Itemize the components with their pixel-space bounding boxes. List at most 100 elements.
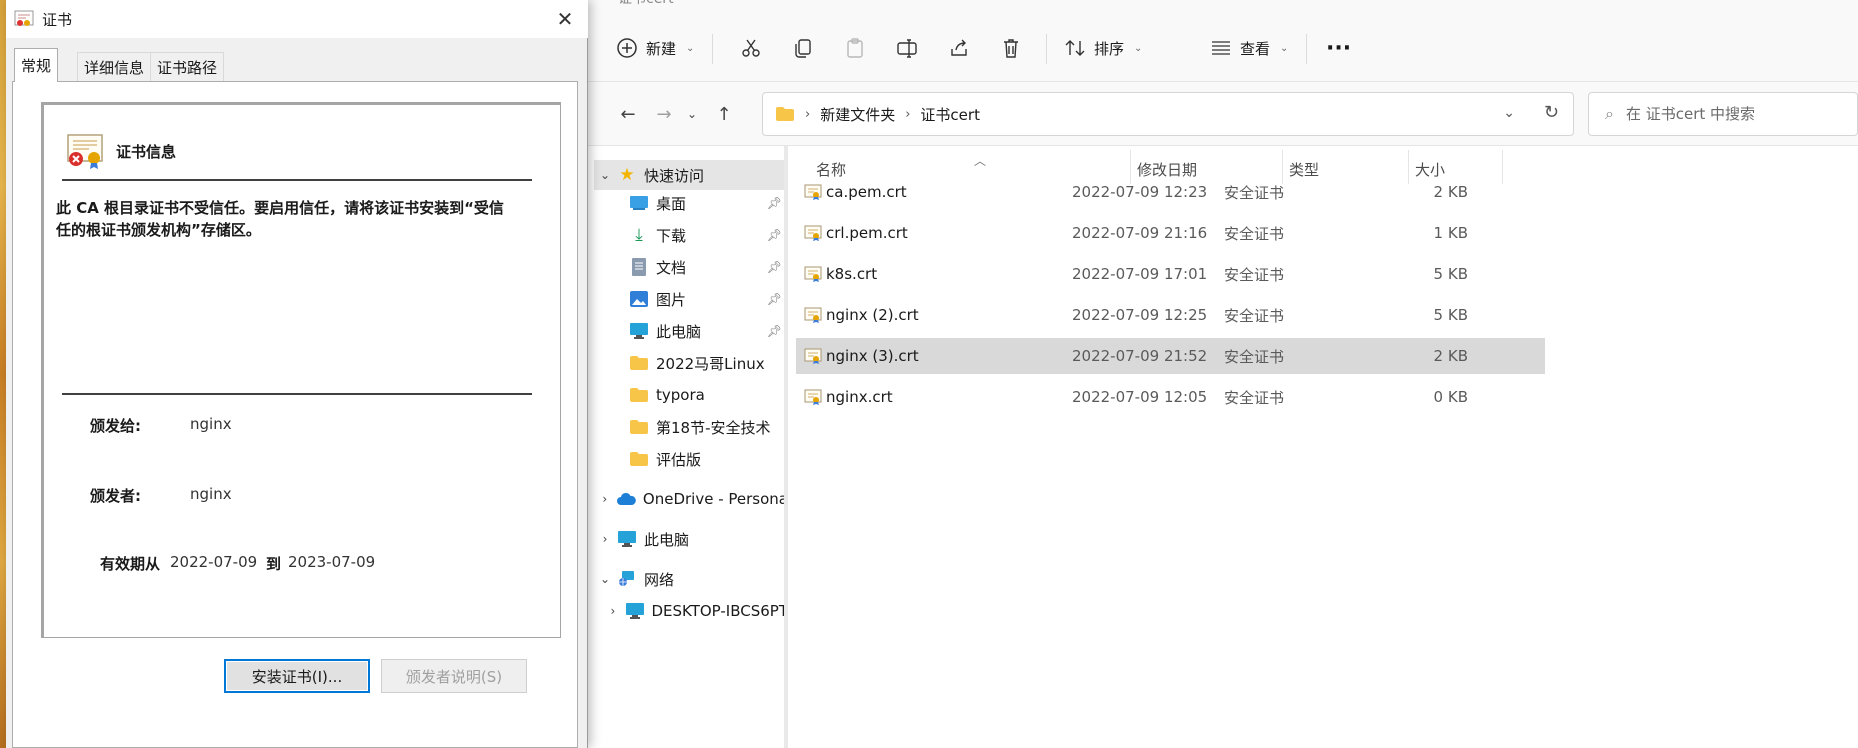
address-bar[interactable]: › 新建文件夹 › 证书cert ⌄ ↻ <box>762 92 1574 136</box>
sidebar-item-quick-access[interactable]: ⌄ ★ 快速访问 <box>594 160 788 190</box>
back-arrow-icon[interactable]: ← <box>616 102 640 126</box>
more-options-button[interactable]: ··· <box>1326 30 1351 66</box>
paste-button[interactable] <box>844 30 866 66</box>
sidebar-item-desktop[interactable]: 桌面 📌︎ <box>594 188 788 218</box>
file-row[interactable]: crl.pem.crt 2022-07-09 21:16 安全证书 1 KB <box>796 215 1545 251</box>
tab-general[interactable]: 常规 <box>14 48 59 82</box>
chevron-down-icon[interactable]: ⌄ <box>594 168 616 182</box>
pin-icon: 📌︎ <box>766 228 782 242</box>
sidebar-item-network[interactable]: ⌄ 网络 <box>594 564 788 594</box>
sidebar-item-label: 下载 <box>656 226 687 245</box>
file-name: nginx (2).crt <box>826 306 919 324</box>
file-row[interactable]: nginx (2).crt 2022-07-09 12:25 安全证书 5 KB <box>796 297 1545 333</box>
pin-icon: 📌︎ <box>766 196 782 210</box>
folder-icon <box>628 385 650 405</box>
refresh-icon[interactable]: ↻ <box>1544 102 1559 123</box>
view-button[interactable]: 查看 ⌄ <box>1210 30 1288 66</box>
issued-to-label: 颁发给: <box>90 417 141 435</box>
folder-icon <box>628 417 650 437</box>
sidebar-item-documents[interactable]: 文档 📌︎ <box>594 252 788 282</box>
file-row[interactable]: nginx.crt 2022-07-09 12:05 安全证书 0 KB <box>796 379 1545 415</box>
dialog-titlebar: 证书 ✕ <box>6 0 588 38</box>
sidebar-item-this-pc[interactable]: › 此电脑 <box>594 524 788 554</box>
sidebar-item-label: 网络 <box>644 570 675 589</box>
file-row[interactable]: ca.pem.crt 2022-07-09 12:23 安全证书 2 KB <box>796 174 1545 210</box>
sidebar-item-label: DESKTOP-IBCS6PT <box>651 602 788 620</box>
certificate-dialog: 证书 ✕ 常规 详细信息 证书路径 证书信息 此 CA 根目录证书不受信任。要启… <box>6 0 588 748</box>
download-icon: ⤓ <box>635 225 643 245</box>
copy-button[interactable] <box>792 30 814 66</box>
sidebar-item-label: typora <box>656 386 705 404</box>
sidebar-item-downloads[interactable]: ⤓ 下载 📌︎ <box>594 220 788 250</box>
up-arrow-icon[interactable]: ↑ <box>712 102 736 126</box>
chevron-right-icon[interactable]: › <box>594 532 616 546</box>
recent-locations-chevron-icon[interactable]: ⌄ <box>680 102 704 126</box>
chevron-down-icon[interactable]: ⌄ <box>1503 105 1515 121</box>
breadcrumb-separator-icon: › <box>805 106 811 122</box>
certificate-icon <box>14 10 34 26</box>
pictures-icon <box>628 289 650 309</box>
close-icon[interactable]: ✕ <box>552 6 578 32</box>
valid-from-label: 有效期从 <box>100 555 161 573</box>
file-name: nginx (3).crt <box>826 347 919 365</box>
cut-icon <box>742 39 760 57</box>
sidebar-item-label: 快速访问 <box>644 166 705 185</box>
cut-button[interactable] <box>740 30 762 66</box>
tab-cert-path[interactable]: 证书路径 <box>150 52 225 82</box>
chevron-right-icon[interactable]: › <box>602 604 624 618</box>
file-name: k8s.crt <box>826 265 878 283</box>
sidebar-item-folder[interactable]: 第18节-安全技术 <box>594 412 788 442</box>
install-certificate-button[interactable]: 安装证书(I)... <box>224 659 370 693</box>
chevron-right-icon[interactable]: › <box>594 492 615 506</box>
sidebar-item-folder[interactable]: 2022马哥Linux <box>594 348 788 378</box>
file-type: 安全证书 <box>1224 306 1285 325</box>
valid-from-value: 2022-07-09 <box>170 553 258 571</box>
sidebar-item-folder[interactable]: typora <box>594 380 788 410</box>
sidebar-item-label: 此电脑 <box>644 530 690 549</box>
file-name-cell: nginx (2).crt <box>804 297 919 333</box>
view-list-icon <box>1212 41 1230 55</box>
cloud-icon <box>615 489 636 509</box>
chevron-down-icon[interactable]: ⌄ <box>594 572 616 586</box>
computer-icon <box>624 601 646 621</box>
file-name: crl.pem.crt <box>826 224 908 242</box>
file-date: 2022-07-09 12:23 <box>1072 183 1208 201</box>
pin-icon: 📌︎ <box>766 260 782 274</box>
file-name-cell: nginx (3).crt <box>804 338 919 374</box>
issued-by-label: 颁发者: <box>90 487 141 505</box>
computer-icon <box>616 529 638 549</box>
sidebar-item-label: 图片 <box>656 290 687 309</box>
sidebar-item-label: 文档 <box>656 258 687 277</box>
issuer-statement-button[interactable]: 颁发者说明(S) <box>381 659 527 693</box>
breadcrumb-item[interactable]: 新建文件夹 <box>820 104 895 125</box>
file-name: nginx.crt <box>826 388 893 406</box>
command-bar: 证书cert 新建 ⌄ 排序 ⌄ <box>588 0 1858 82</box>
tab-details[interactable]: 详细信息 <box>77 52 152 82</box>
sidebar-item-pictures[interactable]: 图片 📌︎ <box>594 284 788 314</box>
delete-button[interactable] <box>1000 30 1022 66</box>
sort-button[interactable]: 排序 ⌄ <box>1064 30 1142 66</box>
forward-arrow-icon[interactable]: → <box>652 102 676 126</box>
window-title: 证书cert <box>618 0 674 8</box>
sidebar-item-this-pc-pinned[interactable]: 此电脑 📌︎ <box>594 316 788 346</box>
sidebar-item-onedrive[interactable]: › OneDrive - Persona <box>594 484 788 514</box>
file-row[interactable]: nginx (3).crt 2022-07-09 21:52 安全证书 2 KB <box>796 338 1545 374</box>
sidebar-item-label: 桌面 <box>656 194 687 213</box>
new-button[interactable]: 新建 ⌄ <box>616 30 694 66</box>
rename-button[interactable] <box>896 30 918 66</box>
chevron-down-icon: ⌄ <box>1134 42 1143 54</box>
toolbar-divider <box>1046 34 1047 64</box>
file-row[interactable]: k8s.crt 2022-07-09 17:01 安全证书 5 KB <box>796 256 1545 292</box>
search-box[interactable]: ⌕ <box>1588 92 1858 136</box>
folder-icon <box>628 353 650 373</box>
network-icon <box>616 569 638 589</box>
valid-to-label: 到 <box>266 555 282 573</box>
search-input[interactable] <box>1625 105 1826 123</box>
sidebar-item-desktop-host[interactable]: › DESKTOP-IBCS6PT <box>594 596 788 626</box>
breadcrumb-item[interactable]: 证书cert <box>920 104 980 125</box>
share-button[interactable] <box>948 30 970 66</box>
document-icon <box>628 257 650 277</box>
sidebar-item-folder[interactable]: 评估版 <box>594 444 788 474</box>
sidebar-item-label: 第18节-安全技术 <box>656 418 771 437</box>
sidebar-item-label: 2022马哥Linux <box>656 354 765 373</box>
